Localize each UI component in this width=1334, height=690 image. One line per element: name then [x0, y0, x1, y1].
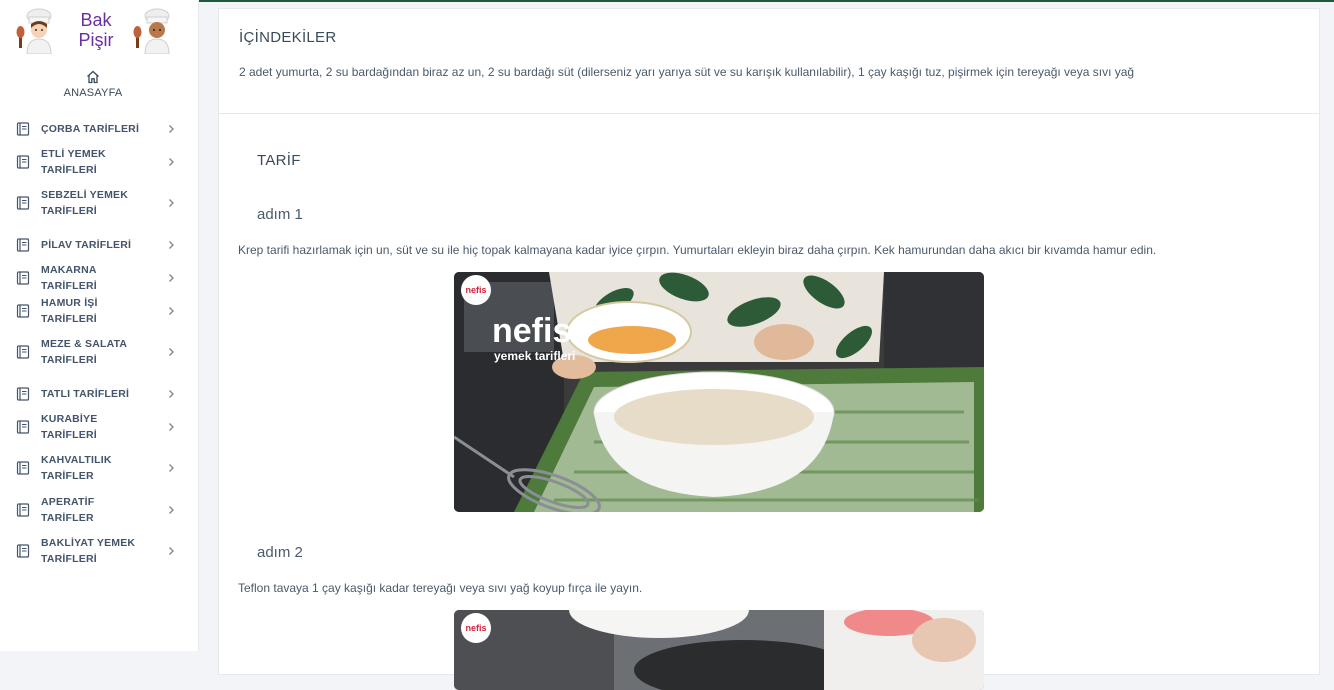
nav-item-label: MEZE & SALATA TARİFLERİ: [41, 338, 127, 366]
nav-item-label: HAMUR İŞİ TARİFLERİ: [41, 296, 98, 325]
nav-item-pilav[interactable]: PİLAV TARİFLERİ: [0, 228, 198, 261]
book-icon: [16, 196, 30, 210]
nav-item-label: TATLI TARİFLERİ: [41, 387, 130, 400]
book-icon: [16, 461, 30, 475]
nav-item-bakliyat[interactable]: BAKLİYAT YEMEK TARİFLERİ: [0, 526, 198, 576]
nav-item-meze-salata[interactable]: MEZE & SALATA TARİFLERİ: [0, 327, 198, 377]
nav-item-tatli[interactable]: TATLI TARİFLERİ: [0, 377, 198, 410]
step-text: Teflon tavaya 1 çay kaşığı kadar tereyağ…: [238, 581, 643, 595]
book-icon: [16, 502, 30, 517]
chevron-right-icon: [169, 157, 174, 166]
nav-item-label: KURABİYE TARİFLERİ: [41, 412, 98, 441]
chevron-right-icon: [169, 422, 174, 431]
site-logo[interactable]: Bak Pişir: [14, 6, 178, 56]
chevron-right-icon: [169, 306, 174, 315]
category-menu: ÇORBA TARİFLERİ ETLİ YEMEK TARİFLERİ SEB…: [0, 112, 198, 576]
chevron-right-icon: [169, 273, 174, 282]
chevron-right-icon: [169, 348, 174, 356]
home-link[interactable]: ANASAYFA: [0, 70, 186, 99]
book-icon: [16, 270, 30, 285]
book-icon: [16, 345, 30, 359]
nav-item-kurabiye[interactable]: KURABİYE TARİFLERİ: [0, 410, 198, 443]
nav-item-etli-yemek[interactable]: ETLİ YEMEK TARİFLERİ: [0, 145, 198, 178]
book-icon: [16, 121, 30, 136]
ingredients-text: 2 adet yumurta, 2 su bardağından biraz a…: [239, 65, 1135, 79]
nav-item-label: ÇORBA TARİFLERİ: [41, 122, 140, 135]
chevron-right-icon: [169, 124, 174, 133]
nav-item-label: BAKLİYAT YEMEK TARİFLERİ: [41, 537, 136, 565]
nav-item-sebzeli-yemek[interactable]: SEBZELİ YEMEK TARİFLERİ: [0, 178, 198, 228]
step-title: adım 1: [257, 206, 303, 223]
book-icon: [16, 419, 30, 434]
nefis-watermark: nefis: [492, 312, 571, 350]
nav-item-label: SEBZELİ YEMEK TARİFLERİ: [41, 189, 129, 217]
nav-item-kahvaltilik[interactable]: KAHVALTILIK TARİFLER: [0, 443, 198, 493]
recipe-card: TARİF adım 1 Krep tarifi hazırlamak için…: [218, 113, 1320, 690]
nav-item-aperatif[interactable]: APERATİF TARİFLER: [0, 493, 198, 526]
chevron-right-icon: [169, 547, 174, 555]
recipe-title: TARİF: [257, 152, 301, 169]
step-1-photo: nefis nefis yemek tarifleri: [454, 272, 984, 512]
nefis-badge-text: nefis: [465, 285, 486, 295]
nefis-badge-text: nefis: [465, 623, 486, 633]
chevron-right-icon: [169, 389, 174, 398]
nav-item-label: APERATİF TARİFLER: [41, 495, 95, 524]
book-icon: [16, 154, 30, 169]
logo-text: Bak Pişir: [78, 10, 114, 50]
nav-item-label: MAKARNA TARİFLERİ: [41, 263, 97, 292]
book-icon: [16, 237, 30, 252]
male-chef-icon: [133, 8, 170, 54]
step-title: adım 2: [257, 544, 303, 561]
chevron-right-icon: [169, 464, 174, 472]
ingredients-title: İÇİNDEKİLER: [239, 29, 337, 46]
step-text: Krep tarifi hazırlamak için un, süt ve s…: [238, 243, 1157, 257]
female-chef-icon: [16, 8, 52, 54]
book-icon: [16, 386, 30, 401]
home-icon: [87, 70, 99, 84]
nav-item-label: ETLİ YEMEK TARİFLERİ: [41, 147, 106, 176]
book-icon: [16, 303, 30, 318]
book-icon: [16, 544, 30, 558]
nefis-watermark-sub: yemek tarifleri: [494, 349, 575, 363]
home-label: ANASAYFA: [63, 87, 123, 99]
nav-item-hamur-isi[interactable]: HAMUR İŞİ TARİFLERİ: [0, 294, 198, 327]
nav-item-makarna[interactable]: MAKARNA TARİFLERİ: [0, 261, 198, 294]
step-2-photo: nefis: [454, 610, 984, 690]
chevron-right-icon: [169, 240, 174, 249]
ingredients-card: İÇİNDEKİLER 2 adet yumurta, 2 su bardağı…: [218, 8, 1320, 114]
chevron-right-icon: [169, 505, 174, 514]
chevron-right-icon: [169, 199, 174, 207]
nav-item-label: PİLAV TARİFLERİ: [41, 238, 132, 251]
nav-item-corba[interactable]: ÇORBA TARİFLERİ: [0, 112, 198, 145]
nav-item-label: KAHVALTILIK TARİFLER: [41, 454, 112, 482]
sidebar: Bak Pişir ANASAYFA ÇORBA TARİFLERİ ETLİ: [0, 0, 199, 651]
top-accent-bar: [198, 0, 1334, 2]
